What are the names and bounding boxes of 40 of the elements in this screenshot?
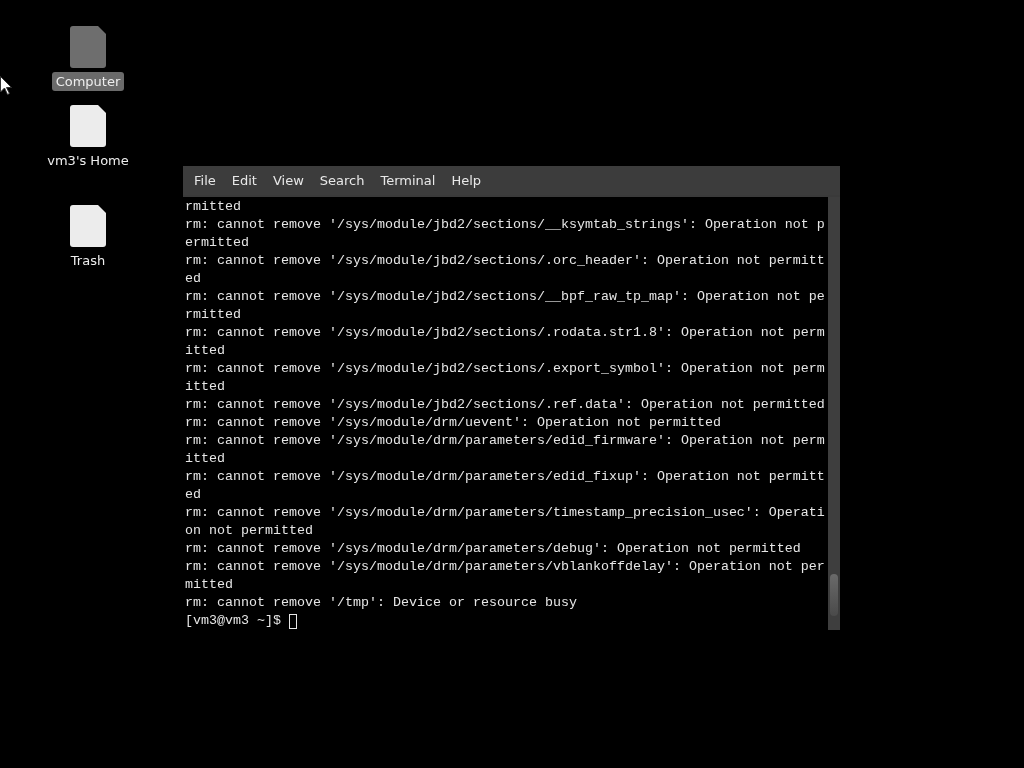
- file-icon[interactable]: [70, 205, 106, 247]
- mouse-pointer-icon: [0, 76, 12, 95]
- text-cursor: [289, 613, 297, 629]
- menu-item[interactable]: Search: [312, 170, 372, 191]
- menu-item[interactable]: File: [187, 170, 223, 191]
- terminal-line: on not permitted: [185, 522, 313, 540]
- terminal-line: rm: cannot remove '/sys/module/jbd2/sections/__bpf_raw_tp_map': Operation not pe: [185, 288, 825, 306]
- icon-label[interactable]: Computer: [51, 72, 125, 91]
- menu-item[interactable]: Help: [444, 170, 489, 191]
- terminal-line: rm: cannot remove '/sys/module/drm/parameters/edid_firmware': Operation not perm: [185, 432, 825, 450]
- terminal-line: rm: cannot remove '/sys/module/jbd2/sections/.rodata.str1.8': Operation not perm: [185, 324, 825, 342]
- terminal-line: itted: [185, 450, 225, 468]
- icon-label[interactable]: Trash: [66, 251, 110, 270]
- terminal-line: ed: [185, 486, 201, 504]
- computer-icon[interactable]: [70, 26, 106, 68]
- scrollbar-thumb[interactable]: [830, 574, 838, 616]
- terminal-line: rm: cannot remove '/sys/module/drm/parameters/timestamp_precision_usec': Operati: [185, 504, 825, 522]
- terminal-line: ermitted: [185, 234, 249, 252]
- terminal-line: rm: cannot remove '/tmp': Device or resource busy: [185, 594, 577, 612]
- scrollbar[interactable]: [828, 197, 840, 630]
- terminal-line: rmitted: [185, 306, 241, 324]
- file-icon[interactable]: [70, 105, 106, 147]
- terminal-line: rm: cannot remove '/sys/module/jbd2/sections/.export_symbol': Operation not perm: [185, 360, 825, 378]
- icon-label[interactable]: vm3's Home: [43, 151, 133, 170]
- terminal-line: rm: cannot remove '/sys/module/drm/parameters/debug': Operation not permitted: [185, 540, 801, 558]
- terminal-line: ed: [185, 270, 201, 288]
- terminal-line: itted: [185, 342, 225, 360]
- terminal-line: rm: cannot remove '/sys/module/jbd2/sections/.ref.data': Operation not permitted: [185, 396, 825, 414]
- menu-item[interactable]: View: [265, 170, 311, 191]
- terminal-line: rm: cannot remove '/sys/module/jbd2/sections/.orc_header': Operation not permitt: [185, 252, 825, 270]
- terminal-line: rm: cannot remove '/sys/module/drm/uevent': Operation not permitted: [185, 414, 721, 432]
- terminal-line: mitted: [185, 576, 233, 594]
- terminal-line: itted: [185, 378, 225, 396]
- terminal-line: rm: cannot remove '/sys/module/jbd2/sections/__ksymtab_strings': Operation not p: [185, 216, 825, 234]
- menu-item[interactable]: Edit: [224, 170, 264, 191]
- terminal-line: rm: cannot remove '/sys/module/drm/parameters/edid_fixup': Operation not permitt: [185, 468, 825, 486]
- shell-prompt: [vm3@vm3 ~]$: [185, 612, 281, 630]
- menu-item[interactable]: Terminal: [373, 170, 443, 191]
- terminal-line: rmitted: [185, 198, 241, 216]
- terminal-line: rm: cannot remove '/sys/module/drm/parameters/vblankoffdelay': Operation not per: [185, 558, 825, 576]
